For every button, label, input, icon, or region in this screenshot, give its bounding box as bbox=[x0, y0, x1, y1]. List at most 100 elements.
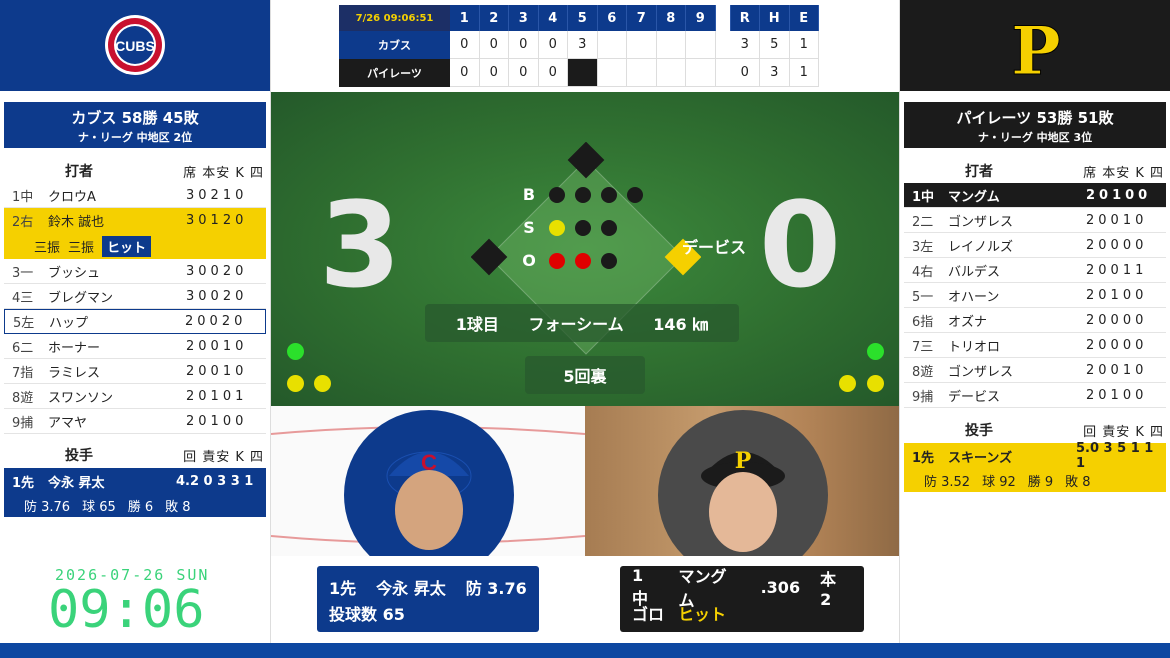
pitcher-substats: 防 3.52 球 92 勝 9 敗 8 bbox=[904, 469, 1166, 492]
indicator-light-yellow bbox=[314, 375, 331, 392]
lineup-row: 6二 ホーナー 20010 bbox=[4, 334, 266, 359]
player-name: スワンソン bbox=[48, 390, 114, 406]
linescore-spacer bbox=[715, 31, 731, 59]
lineup-row: 8遊 スワンソン 20101 bbox=[4, 384, 266, 409]
away-errors: 1 bbox=[789, 31, 819, 59]
card-pitcher-pitch-count: 投球数 65 bbox=[329, 605, 405, 624]
player-stats: 30020 bbox=[186, 263, 248, 279]
card-batter-result-hit: ヒット bbox=[678, 605, 727, 624]
linescore-away-row: カブス 0 0 0 0 3 3 5 1 bbox=[339, 31, 830, 59]
player-name: ホーナー bbox=[48, 340, 101, 356]
player-name: ゴンザレス bbox=[948, 214, 1014, 230]
batter-card: 1中 マングム .306 本 2 ゴロ ヒット bbox=[620, 566, 864, 632]
bottom-bar bbox=[0, 643, 1170, 658]
history-result-hit: ヒット bbox=[102, 235, 152, 257]
pitcher-era: 防 3.52 bbox=[924, 475, 971, 490]
outs-row: O bbox=[519, 244, 643, 277]
inning-header: 8 bbox=[656, 5, 686, 31]
pitcher-header: 投手 回 責安 K 四 bbox=[4, 442, 266, 468]
strikes-label: S bbox=[523, 218, 535, 237]
inning-header: 1 bbox=[450, 5, 480, 31]
player-name: クロウA bbox=[48, 189, 96, 205]
batter-photo: P bbox=[585, 406, 899, 556]
lineup-row: 7指 ラミレス 20010 bbox=[4, 359, 266, 384]
inning-header: 5 bbox=[568, 5, 598, 31]
player-stats: 30020 bbox=[186, 288, 248, 304]
pitcher-wins: 勝 6 bbox=[127, 500, 154, 515]
player-name: デービス bbox=[948, 389, 1001, 405]
out-dot bbox=[601, 252, 617, 269]
lineup-row: 9捕 デービス 20100 bbox=[904, 383, 1166, 408]
lineup-row: 8遊 ゴンザレス 20010 bbox=[904, 358, 1166, 383]
player-stats: 20100 bbox=[186, 413, 248, 429]
lineup-row: 2二 ゴンザレス 20010 bbox=[904, 208, 1166, 233]
strikes-row: S bbox=[519, 211, 643, 244]
pirates-logo-area: P bbox=[900, 0, 1170, 91]
player-stats: 30210 bbox=[186, 187, 248, 203]
player-name: ハップ bbox=[49, 316, 89, 331]
pitcher-era: 防 3.76 bbox=[24, 500, 71, 515]
inning-score: 0 bbox=[450, 59, 480, 87]
bso-counter: B S O bbox=[519, 178, 643, 277]
history-result: 三振 bbox=[34, 240, 61, 256]
lineup-row: 4右 バルデス 20011 bbox=[904, 258, 1166, 283]
card-pitcher-order: 1先 bbox=[329, 579, 357, 598]
linescore-home-row: パイレーツ 0 0 0 0 0 3 1 bbox=[339, 59, 830, 87]
at-bat-history: 三振 三振 ヒット bbox=[4, 233, 266, 259]
card-batter-result: ゴロ bbox=[632, 605, 665, 624]
baseball-field: 3 0 B S O デービス 1球目 フォーシーム 146 ㎞ 5回裏 bbox=[271, 92, 899, 406]
balls-label: B bbox=[522, 185, 536, 204]
lineup-row-highlighted: 2右 鈴木 誠也 30120 bbox=[4, 208, 266, 233]
pitcher-order: 1先 bbox=[12, 475, 35, 491]
inning-header: 3 bbox=[509, 5, 539, 31]
player-stats: 20000 bbox=[1086, 312, 1148, 328]
linescore-datetime: 7/26 09:06:51 bbox=[339, 5, 450, 31]
batting-order: 7指 bbox=[12, 365, 34, 381]
player-name: オハーン bbox=[948, 289, 1000, 305]
pitcher-title: 投手 bbox=[965, 423, 993, 439]
pitcher-columns: 回 責安 K 四 bbox=[1083, 424, 1164, 440]
pitcher-stats: 5.0 3 5 1 1 1 bbox=[1076, 441, 1154, 471]
pitch-count: 1球目 bbox=[455, 315, 499, 334]
lineup-row: 1中 クロウA 30210 bbox=[4, 183, 266, 208]
home-standing: ナ・リーグ 中地区 3位 bbox=[977, 131, 1093, 144]
inning-header: 9 bbox=[686, 5, 716, 31]
batting-order: 8遊 bbox=[912, 364, 934, 380]
player-silhouette-icon: C bbox=[386, 450, 472, 550]
inning-score bbox=[686, 31, 716, 59]
inning-score: 0 bbox=[509, 31, 539, 59]
card-batter-hr: 本 2 bbox=[820, 569, 837, 609]
batting-order: 7三 bbox=[912, 339, 934, 355]
away-score: 3 bbox=[319, 176, 402, 314]
svg-text:P: P bbox=[735, 448, 752, 474]
player-stats: 20100 bbox=[1086, 187, 1152, 203]
player-name: ゴンザレス bbox=[948, 364, 1014, 380]
strike-dot bbox=[575, 219, 591, 236]
away-hits: 5 bbox=[760, 31, 790, 59]
batting-order: 8遊 bbox=[12, 390, 34, 406]
batting-order: 9捕 bbox=[912, 389, 934, 405]
runner-name: デービス bbox=[682, 238, 747, 257]
pitcher-substats: 防 3.76 球 65 勝 6 敗 8 bbox=[4, 494, 266, 517]
home-score: 0 bbox=[759, 176, 842, 314]
outs-label: O bbox=[522, 251, 536, 270]
player-stats: 20010 bbox=[186, 338, 248, 354]
away-pitcher-section: 投手 回 責安 K 四 1先 今永 昇太 4.2 0 3 3 1 防 3.76 … bbox=[4, 439, 266, 517]
svg-text:P: P bbox=[1011, 12, 1061, 90]
pitch-speed: 146 ㎞ bbox=[653, 315, 709, 334]
player-name: ラミレス bbox=[48, 365, 101, 381]
pitcher-row: 1先 スキーンズ 5.0 3 5 1 1 1 bbox=[904, 441, 1166, 471]
player-name: アマヤ bbox=[48, 415, 88, 431]
home-record: パイレーツ 53勝 51敗 bbox=[956, 109, 1114, 127]
inning-score: 0 bbox=[538, 31, 568, 59]
inning-score bbox=[597, 59, 627, 87]
card-batter-avg: .306 bbox=[760, 577, 801, 597]
inning-score bbox=[627, 59, 657, 87]
lineup-row: 7三 トリオロ 20000 bbox=[904, 333, 1166, 358]
player-name: オズナ bbox=[948, 314, 988, 330]
player-stats: 20000 bbox=[1086, 337, 1148, 353]
lineup-row: 5一 オハーン 20100 bbox=[904, 283, 1166, 308]
current-inning-cell bbox=[568, 59, 598, 87]
strike-dot-on bbox=[549, 219, 565, 236]
batting-order: 3左 bbox=[912, 239, 934, 255]
